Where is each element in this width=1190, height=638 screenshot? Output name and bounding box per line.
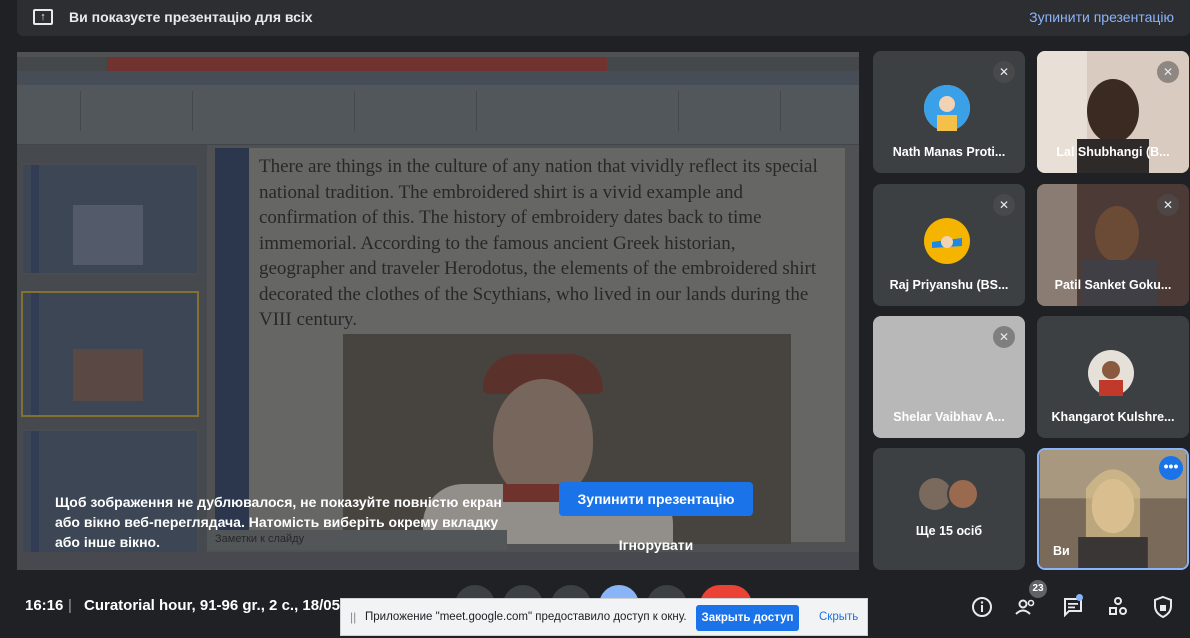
- share-notice-text: Приложение "meet.google.com" предоставил…: [365, 611, 687, 623]
- stop-presenting-button[interactable]: Зупинити презентацію: [559, 482, 753, 516]
- slide-thumbnail: [21, 163, 199, 275]
- activities-icon[interactable]: [1106, 595, 1130, 619]
- ignore-button[interactable]: Ігнорувати: [559, 533, 753, 557]
- avatar: [924, 218, 970, 264]
- slide-body-text: There are things in the culture of any n…: [259, 156, 818, 330]
- avatar: [1088, 350, 1134, 396]
- more-participants-tile[interactable]: Ще 15 осіб: [873, 448, 1025, 570]
- participant-name: Shelar Vaibhav A...: [893, 410, 1005, 424]
- people-count-badge: 23: [1029, 580, 1047, 598]
- meeting-time: 16:16: [25, 597, 64, 614]
- participant-tile[interactable]: ✕ Nath Manas Proti...: [873, 51, 1025, 173]
- ppt-titlebar: [17, 57, 859, 71]
- presenting-banner: ↑ Ви показуєте презентацію для всіх Зупи…: [17, 0, 1190, 36]
- stop-sharing-button[interactable]: Закрыть доступ: [696, 605, 799, 631]
- participant-tile[interactable]: ✕ Raj Priyanshu (BS...: [873, 184, 1025, 306]
- ppt-ribbon-tabs: [17, 71, 859, 85]
- avatar: [947, 478, 979, 510]
- drag-handle-icon[interactable]: ||: [350, 610, 356, 624]
- participant-name: Nath Manas Proti...: [892, 145, 1006, 159]
- participant-name: Ви: [1053, 544, 1070, 558]
- more-participants-label: Ще 15 осіб: [915, 524, 983, 538]
- participant-tile[interactable]: ✕ Patil Sanket Goku...: [1037, 184, 1189, 306]
- participant-tile[interactable]: ✕ Lal Shubhangi (B...: [1037, 51, 1189, 173]
- mic-off-icon: ✕: [1157, 61, 1179, 83]
- stop-presenting-link[interactable]: Зупинити презентацію: [1029, 9, 1174, 25]
- participant-name: Khangarot Kulshre...: [1051, 410, 1175, 424]
- mic-off-icon: ✕: [1157, 194, 1179, 216]
- meeting-title: Curatorial hour, 91-96 gr., 2 c., 18/05/: [84, 597, 344, 614]
- chat-notification-dot: [1076, 594, 1083, 601]
- meeting-separator: |: [68, 597, 72, 614]
- mic-off-icon: ✕: [993, 326, 1015, 348]
- people-icon[interactable]: [1014, 595, 1038, 619]
- presenting-banner-title: Ви показуєте презентацію для всіх: [69, 9, 313, 25]
- ppt-ribbon: [17, 85, 859, 145]
- mic-off-icon: ✕: [993, 194, 1015, 216]
- participant-tile[interactable]: Khangarot Kulshre...: [1037, 316, 1189, 438]
- participant-name: Raj Priyanshu (BS...: [889, 278, 1009, 292]
- participant-name: Lal Shubhangi (B...: [1056, 145, 1170, 159]
- present-screen-icon: ↑: [33, 9, 53, 25]
- hide-link[interactable]: Скрыть: [819, 611, 858, 623]
- participant-name: Patil Sanket Goku...: [1054, 278, 1172, 292]
- window-share-notice: || Приложение "meet.google.com" предоста…: [340, 598, 868, 636]
- slide-thumbnail-selected: [21, 291, 199, 417]
- participant-tile[interactable]: ✕ Shelar Vaibhav A...: [873, 316, 1025, 438]
- host-controls-icon[interactable]: [1151, 595, 1175, 619]
- mirror-warning-text: Щоб зображення не дублювалося, не показу…: [55, 494, 502, 550]
- more-options-icon[interactable]: •••: [1159, 456, 1183, 480]
- avatar: [924, 85, 970, 131]
- info-icon[interactable]: [970, 595, 994, 619]
- mic-off-icon: ✕: [993, 61, 1015, 83]
- self-view-tile[interactable]: ••• Ви: [1037, 448, 1189, 570]
